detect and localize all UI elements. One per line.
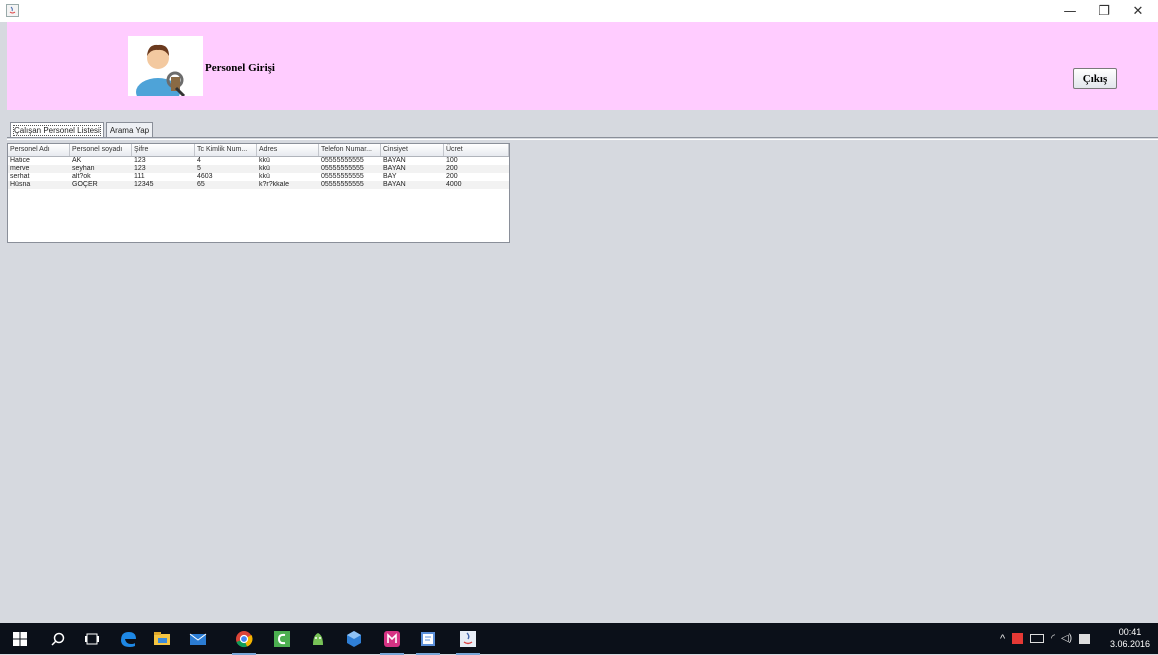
wifi-icon[interactable]: ◜ xyxy=(1051,633,1055,644)
column-header[interactable]: Ücret xyxy=(444,144,509,156)
table-cell: serhat xyxy=(10,173,30,180)
table-cell: seyhan xyxy=(72,165,95,172)
column-header[interactable]: Adres xyxy=(257,144,319,156)
edge-icon[interactable] xyxy=(116,627,140,651)
taskbar-clock[interactable]: 00:41 3.06.2016 xyxy=(1107,626,1153,650)
window-title-bar: — ❐ ✕ xyxy=(0,0,1158,22)
battery-icon[interactable] xyxy=(1030,634,1045,643)
main-content: Çalışan Personel Listesi Arama Yap Perso… xyxy=(7,110,1158,623)
tab-divider xyxy=(7,137,1158,138)
column-header[interactable]: Tc Kimlik Num... xyxy=(195,144,257,156)
table-cell: 4000 xyxy=(446,181,462,188)
table-cell: BAYAN xyxy=(383,165,406,172)
clock-time: 00:41 xyxy=(1118,627,1142,637)
java-icon[interactable] xyxy=(456,627,480,655)
table-header: Personel Adı Personel soyadı Şifre Tc Ki… xyxy=(8,144,509,157)
table-cell: GÖÇER xyxy=(72,181,98,188)
table-cell: 12345 xyxy=(134,181,154,188)
file-explorer-icon[interactable] xyxy=(150,627,174,651)
chrome-icon[interactable] xyxy=(232,627,256,655)
tab-search[interactable]: Arama Yap xyxy=(105,122,154,138)
table-row[interactable]: Hüsna GÖÇER 12345 65 k?r?kkale 055555555… xyxy=(8,181,509,189)
column-header[interactable]: Telefon Numar... xyxy=(319,144,381,156)
tab-bar: Çalışan Personel Listesi Arama Yap xyxy=(10,122,155,138)
table-cell: 100 xyxy=(446,157,458,164)
table-row[interactable]: Hatice AK 123 4 kkü 05555555555 BAYAN 10… xyxy=(8,157,509,165)
table-cell: alt?ok xyxy=(72,173,91,180)
table-cell: kkü xyxy=(259,165,270,172)
antivirus-icon[interactable] xyxy=(1012,633,1024,644)
exit-button[interactable]: Çıkış xyxy=(1073,68,1117,89)
tab-employee-list[interactable]: Çalışan Personel Listesi xyxy=(10,122,104,138)
table-cell: 65 xyxy=(197,181,205,188)
action-center-icon[interactable] xyxy=(1079,633,1091,644)
table-cell: 05555555555 xyxy=(321,173,364,180)
table-cell: 123 xyxy=(134,157,146,164)
table-cell: 05555555555 xyxy=(321,181,364,188)
employee-table[interactable]: Personel Adı Personel soyadı Şifre Tc Ki… xyxy=(7,143,510,243)
search-icon[interactable] xyxy=(46,627,70,651)
table-cell: 200 xyxy=(446,165,458,172)
system-tray: ^ ◜ ◁) xyxy=(1000,623,1100,654)
close-button[interactable]: ✕ xyxy=(1118,0,1158,22)
virtualbox-icon[interactable] xyxy=(342,627,366,651)
table-cell: 111 xyxy=(134,173,145,180)
table-row[interactable]: serhat alt?ok 111 4603 kkü 05555555555 B… xyxy=(8,173,509,181)
table-cell: 4603 xyxy=(197,173,213,180)
header-banner: Personel Girişi Çıkış xyxy=(7,22,1158,110)
table-cell: 123 xyxy=(134,165,146,172)
table-cell: k?r?kkale xyxy=(259,181,289,188)
column-header[interactable]: Personel Adı xyxy=(8,144,70,156)
tab-divider-highlight xyxy=(7,139,1158,140)
table-cell: Hatice xyxy=(10,157,30,164)
java-app-icon xyxy=(6,4,19,17)
windows-start-icon[interactable] xyxy=(8,627,32,651)
taskbar: ^ ◜ ◁) 00:41 3.06.2016 xyxy=(0,623,1158,655)
notepad-icon[interactable] xyxy=(416,627,440,655)
table-cell: 5 xyxy=(197,165,201,172)
user-avatar-icon xyxy=(128,36,203,106)
app-m-icon[interactable] xyxy=(380,627,404,655)
column-header[interactable]: Şifre xyxy=(132,144,195,156)
table-cell: AK xyxy=(72,157,82,164)
table-cell: 4 xyxy=(197,157,201,164)
table-cell: kkü xyxy=(259,157,270,164)
android-studio-icon[interactable] xyxy=(306,627,330,651)
table-cell: 200 xyxy=(446,173,458,180)
task-view-icon[interactable] xyxy=(80,627,104,651)
camtasia-icon[interactable] xyxy=(270,627,294,651)
table-cell: 05555555555 xyxy=(321,157,364,164)
table-cell: BAY xyxy=(383,173,397,180)
table-row[interactable]: merve seyhan 123 5 kkü 05555555555 BAYAN… xyxy=(8,165,509,173)
table-cell: 05555555555 xyxy=(321,165,364,172)
column-header[interactable]: Cinsiyet xyxy=(381,144,444,156)
mail-icon[interactable] xyxy=(186,627,210,651)
show-hidden-icons-icon[interactable]: ^ xyxy=(1000,633,1005,645)
table-cell: BAYAN xyxy=(383,181,406,188)
table-cell: BAYAN xyxy=(383,157,406,164)
volume-icon[interactable]: ◁) xyxy=(1061,633,1072,644)
clock-date: 3.06.2016 xyxy=(1109,639,1151,649)
table-cell: merve xyxy=(10,165,30,172)
table-cell: kkü xyxy=(259,173,270,180)
column-header[interactable]: Personel soyadı xyxy=(70,144,132,156)
table-cell: Hüsna xyxy=(10,181,31,188)
page-title: Personel Girişi xyxy=(205,62,275,74)
